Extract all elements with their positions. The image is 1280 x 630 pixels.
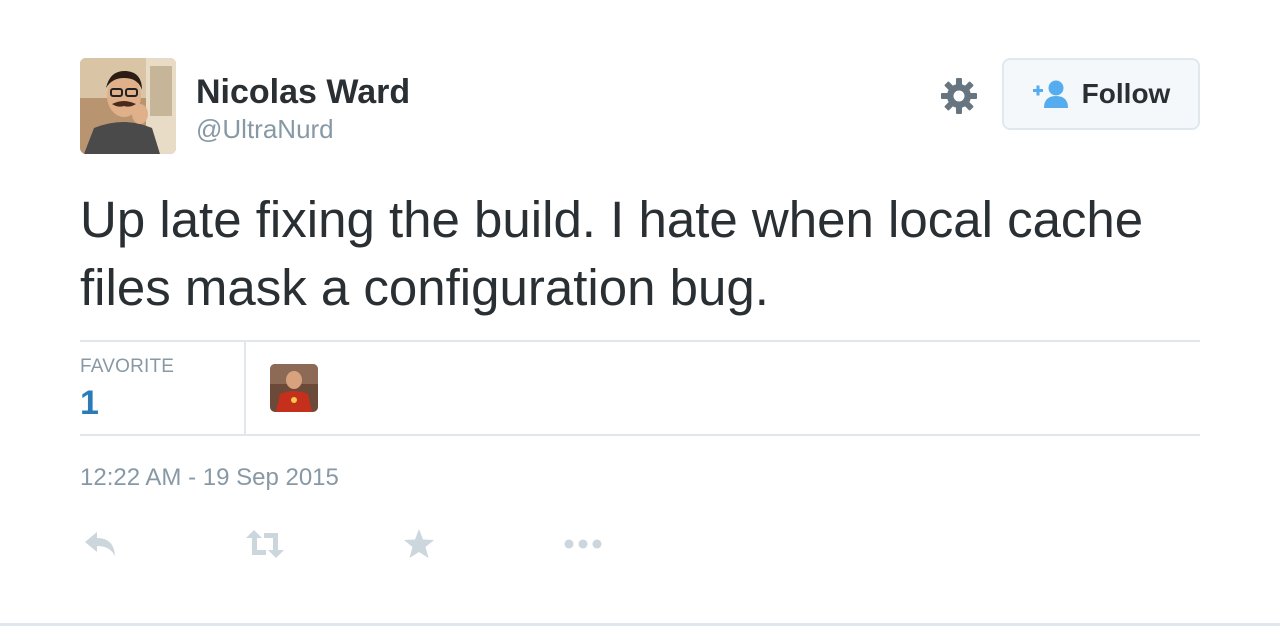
tweet-text: Up late fixing the build. I hate when lo… <box>80 191 1144 316</box>
retweet-icon[interactable] <box>244 526 286 562</box>
follow-label: Follow <box>1081 78 1171 109</box>
favoriter-avatar[interactable] <box>270 364 318 412</box>
more-dots-icon[interactable] <box>562 526 604 562</box>
tweet-card: Nicolas Ward @UltraNurd Follow Up late f… <box>0 0 1280 626</box>
tweet-timestamp[interactable]: 12:22 AM - 19 Sep 2015 <box>80 464 339 492</box>
divider <box>80 434 1200 436</box>
follow-button[interactable]: Follow <box>1002 58 1200 130</box>
favorite-star-icon[interactable] <box>402 526 436 562</box>
favorites-count[interactable]: 1 <box>80 383 99 423</box>
add-user-icon <box>1032 80 1068 108</box>
favorites-label: FAVORITE <box>80 356 175 377</box>
divider <box>80 340 1200 342</box>
author-avatar[interactable] <box>80 58 176 154</box>
gear-icon[interactable] <box>938 75 980 117</box>
stats-divider <box>244 342 246 434</box>
author-name[interactable]: Nicolas Ward <box>196 72 410 112</box>
author-handle[interactable]: @UltraNurd <box>196 113 334 145</box>
reply-icon[interactable] <box>82 526 118 562</box>
